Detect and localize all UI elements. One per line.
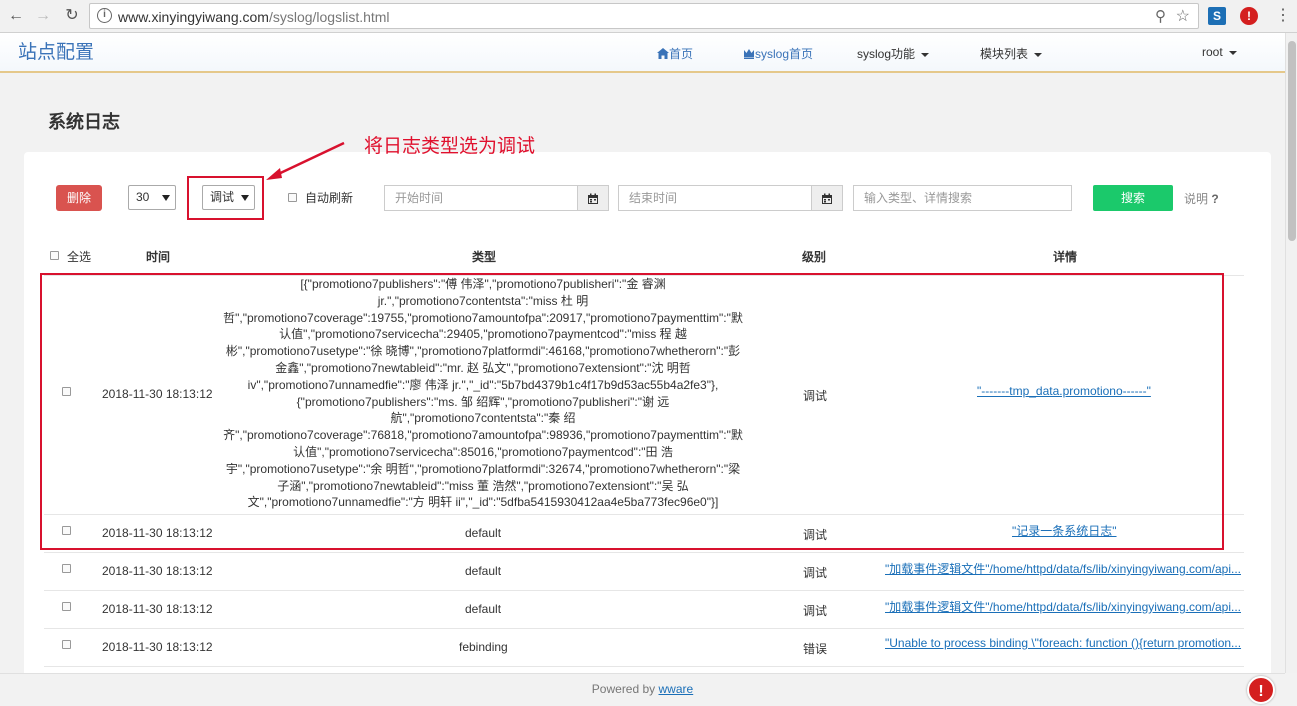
row-checkbox[interactable] <box>62 640 71 649</box>
nav-modules-label: 模块列表 <box>980 47 1029 61</box>
url-host: www.xinyingyiwang.com <box>118 9 269 25</box>
nav-user[interactable]: root <box>1202 45 1237 59</box>
extension-s-icon[interactable]: S <box>1208 7 1226 25</box>
address-bar[interactable]: i www.xinyingyiwang.com/syslog/logslist.… <box>89 3 1199 29</box>
brand-title[interactable]: 站点配置 <box>18 37 94 64</box>
row-level: 错误 <box>803 642 828 656</box>
scrollbar-thumb[interactable] <box>1288 41 1296 241</box>
start-calendar-button[interactable] <box>577 185 609 211</box>
calendar-icon <box>588 193 598 204</box>
annotation-arrow-icon <box>266 141 345 180</box>
chevron-down-icon <box>1228 50 1237 55</box>
row-time: 2018-11-30 18:13:12 <box>102 564 213 578</box>
select-all-checkbox[interactable] <box>50 251 59 260</box>
header-type: 类型 <box>472 250 497 264</box>
header-time: 时间 <box>146 250 171 264</box>
end-time-input[interactable]: 结束时间 <box>618 185 812 211</box>
site-header: 站点配置 首页 syslog首页 syslog功能 模块列表 root <box>0 33 1285 73</box>
nav-syslog-home-label: syslog首页 <box>755 47 814 61</box>
nav-syslog-func-label: syslog功能 <box>857 47 916 61</box>
zoom-icon[interactable]: ⚲ <box>1155 7 1166 25</box>
highlight-debug-rows <box>40 273 1224 550</box>
forward-icon[interactable]: → <box>33 6 53 26</box>
help-link[interactable]: 说明 ? <box>1184 190 1219 207</box>
start-time-input[interactable]: 开始时间 <box>384 185 578 211</box>
url-text: www.xinyingyiwang.com/syslog/logslist.ht… <box>118 9 390 25</box>
delete-button[interactable]: 删除 <box>56 185 102 211</box>
nav-home-label: 首页 <box>669 47 694 61</box>
page-title: 系统日志 <box>48 112 120 132</box>
footer: Powered by wware <box>0 673 1285 706</box>
calendar-icon <box>822 193 832 204</box>
row-detail-link[interactable]: "加载事件逻辑文件"/home/httpd/data/fs/lib/xinyin… <box>885 598 1243 615</box>
browser-menu-icon[interactable]: ⋮ <box>1275 5 1291 25</box>
floating-alert-icon[interactable]: ! <box>1247 676 1275 704</box>
row-type: default <box>465 564 502 578</box>
nav-home[interactable]: 首页 <box>657 45 693 62</box>
auto-refresh-checkbox[interactable] <box>288 193 297 202</box>
nav-syslog-func[interactable]: syslog功能 <box>857 45 930 62</box>
footer-link[interactable]: wware <box>659 682 694 696</box>
browser-toolbar: ← → ↻ i www.xinyingyiwang.com/syslog/log… <box>0 0 1297 33</box>
extension-alert-icon[interactable]: ! <box>1240 7 1258 25</box>
select-all-label: 全选 <box>67 250 92 264</box>
footer-prefix: Powered by <box>591 682 656 696</box>
home-icon <box>657 48 669 59</box>
row-time: 2018-11-30 18:13:12 <box>102 640 213 654</box>
chevron-down-icon <box>1034 52 1043 57</box>
help-label: 说明 <box>1184 192 1209 206</box>
end-calendar-button[interactable] <box>811 185 843 211</box>
annotation-text: 将日志类型选为调试 <box>364 136 536 157</box>
row-detail-link[interactable]: "Unable to process binding \"foreach: fu… <box>885 636 1243 650</box>
info-icon[interactable]: i <box>97 8 112 23</box>
header-detail: 详情 <box>1053 250 1078 264</box>
back-icon[interactable]: ← <box>6 6 26 26</box>
dropdown-arrow-icon <box>162 195 170 201</box>
search-button[interactable]: 搜索 <box>1093 185 1173 211</box>
row-level: 调试 <box>803 566 828 580</box>
page-size-select[interactable]: 30 <box>128 185 176 210</box>
url-path: /syslog/logslist.html <box>268 9 390 25</box>
row-level: 调试 <box>803 604 828 618</box>
search-input[interactable]: 输入类型、详情搜索 <box>853 185 1072 211</box>
header-level: 级别 <box>802 250 827 264</box>
row-type: default <box>465 602 502 616</box>
vertical-scrollbar[interactable] <box>1285 33 1297 673</box>
row-checkbox[interactable] <box>62 602 71 611</box>
nav-user-label: root <box>1202 45 1223 59</box>
table-divider <box>44 552 1244 553</box>
table-divider <box>44 628 1244 629</box>
highlight-level-filter <box>187 176 264 220</box>
row-time: 2018-11-30 18:13:12 <box>102 602 213 616</box>
chevron-down-icon <box>921 52 930 57</box>
row-checkbox[interactable] <box>62 564 71 573</box>
page-size-value: 30 <box>136 190 150 204</box>
row-type: febinding <box>459 640 508 654</box>
help-question-icon: ? <box>1211 192 1219 206</box>
table-divider <box>44 666 1244 667</box>
row-detail-link[interactable]: "加载事件逻辑文件"/home/httpd/data/fs/lib/xinyin… <box>885 560 1243 577</box>
nav-syslog-home[interactable]: syslog首页 <box>743 45 813 62</box>
reload-icon[interactable]: ↻ <box>62 6 82 26</box>
auto-refresh-label: 自动刷新 <box>305 191 354 205</box>
bookmark-star-icon[interactable]: ☆ <box>1176 6 1190 26</box>
table-divider <box>44 590 1244 591</box>
crown-icon <box>744 49 754 59</box>
nav-modules[interactable]: 模块列表 <box>980 45 1043 62</box>
